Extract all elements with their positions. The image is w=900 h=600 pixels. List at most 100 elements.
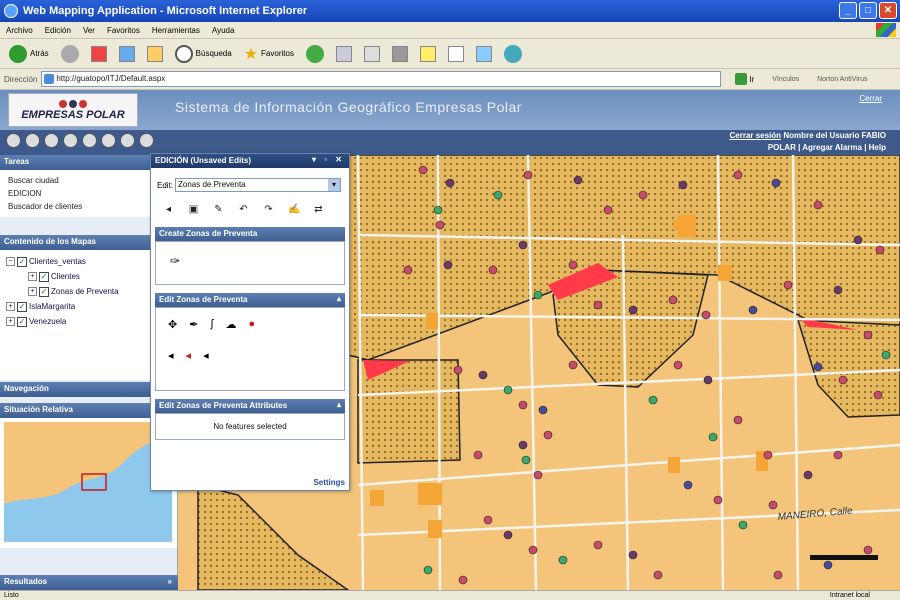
stop-button[interactable] [88, 42, 110, 66]
search-button[interactable]: Búsqueda [172, 42, 235, 66]
edit-panel-title[interactable]: EDICIÓN (Unsaved Edits) ▾ ▫ ✕ [151, 154, 349, 168]
menu-edicion[interactable]: Edición [45, 26, 71, 35]
attributes-section-body: No features selected [155, 413, 345, 440]
measure-icon[interactable] [101, 133, 116, 148]
results-header[interactable]: Resultados » [0, 575, 178, 590]
search-icon [174, 44, 193, 63]
split-icon[interactable]: ◂ [203, 349, 209, 362]
minimize-button[interactable]: _ [839, 2, 857, 19]
save-edits-icon[interactable]: ✍ [288, 204, 300, 215]
help-link[interactable]: Help [869, 143, 886, 152]
checkbox-checked-icon[interactable]: ✓ [17, 256, 27, 267]
user-info: Cerrar sesión Nombre del Usuario FABIO [729, 131, 886, 140]
session-link[interactable]: Cerrar sesión [729, 131, 781, 140]
edit-section-header[interactable]: Edit Zonas de Preventa ▴ [155, 293, 345, 307]
expand-icon[interactable]: + [28, 272, 37, 281]
full-extent-icon[interactable] [63, 133, 78, 148]
create-section-body: ✑ [155, 241, 345, 285]
maximize-button[interactable]: □ [859, 2, 877, 19]
attributes-section-header[interactable]: Edit Zonas de Preventa Attributes ▴ [155, 399, 345, 413]
expand-icon[interactable]: + [6, 302, 15, 311]
users-button[interactable] [501, 42, 525, 66]
refresh-button[interactable] [116, 42, 138, 66]
edit-layer-select[interactable]: Zonas de Preventa [175, 178, 342, 192]
identify-icon[interactable] [82, 133, 97, 148]
pan-icon[interactable] [44, 133, 59, 148]
export-icon[interactable] [139, 133, 154, 148]
expand-results-icon[interactable]: » [168, 577, 172, 586]
select-box-icon[interactable]: ▣ [188, 204, 199, 215]
close-button[interactable]: ✕ [879, 2, 897, 19]
panel-controls[interactable]: ▾ ▫ ✕ [312, 155, 345, 164]
task-buscador-clientes[interactable]: Buscador de clientes [8, 200, 169, 213]
messenger-button[interactable] [473, 42, 495, 66]
layer-clientes-ventas[interactable]: − ✓ Clientes_ventas [6, 254, 171, 269]
refresh-icon [118, 45, 135, 62]
back-button[interactable]: Atrás [6, 42, 52, 66]
menu-herramientas[interactable]: Herramientas [152, 26, 200, 35]
layer-venezuela[interactable]: + ✓ Venezuela [6, 314, 171, 329]
star-icon: ★ [243, 45, 259, 63]
layer-clientes[interactable]: + ✓ Clientes [6, 269, 171, 284]
checkbox-checked-icon[interactable]: ✓ [17, 301, 27, 312]
favorites-button[interactable]: ★ Favoritos [241, 42, 297, 66]
expand-icon[interactable]: + [28, 287, 37, 296]
notes-button[interactable] [417, 42, 439, 66]
window-titlebar: Web Mapping Application - Microsoft Inte… [0, 0, 900, 22]
undo-icon[interactable]: ↶ [238, 204, 249, 215]
go-button[interactable]: Ir [735, 73, 754, 85]
forward-button[interactable] [58, 42, 82, 66]
company-logo: EMPRESAS POLAR [8, 93, 138, 127]
task-edicion[interactable]: EDICION [8, 187, 169, 200]
window-controls: _ □ ✕ [839, 2, 897, 19]
research-button[interactable] [445, 42, 467, 66]
add-alarm-link[interactable]: Agregar Alarma [802, 143, 862, 152]
collapse-icon[interactable]: ▴ [337, 294, 341, 303]
reshape-icon[interactable]: ∫ [210, 318, 213, 331]
zoom-out-icon[interactable] [25, 133, 40, 148]
select-tool-icon[interactable]: ◂ [163, 204, 174, 215]
mail-button[interactable] [333, 42, 355, 66]
redo-icon[interactable]: ↷ [263, 204, 274, 215]
media-icon [305, 44, 324, 63]
layer-isla-margarita[interactable]: + ✓ IslaMargarita [6, 299, 171, 314]
print-map-icon[interactable] [120, 133, 135, 148]
add-vertex-icon[interactable]: ✒ [189, 318, 198, 331]
settings-link[interactable]: Settings [313, 478, 345, 487]
checkbox-checked-icon[interactable]: ✓ [17, 316, 27, 327]
edit-page-button[interactable] [389, 42, 411, 66]
zoom-in-icon[interactable] [6, 133, 21, 148]
go-arrow-icon [735, 73, 748, 85]
collapse-icon[interactable]: ▴ [337, 400, 341, 409]
attributes-icon[interactable]: ⇄ [313, 204, 324, 215]
expand-icon[interactable]: + [6, 317, 15, 326]
menu-ver[interactable]: Ver [83, 26, 95, 35]
print-button[interactable] [361, 42, 383, 66]
checkbox-checked-icon[interactable]: ✓ [39, 271, 49, 282]
pointer-tool-icon[interactable]: ✎ [213, 204, 224, 215]
media-button[interactable] [303, 42, 327, 66]
antivirus-label[interactable]: Norton AntiVirus [817, 76, 867, 83]
links-label[interactable]: Vínculos [772, 76, 799, 83]
create-section-header[interactable]: Create Zonas de Preventa [155, 227, 345, 241]
address-input[interactable]: http://guatopo/ITJ/Default.aspx [41, 71, 722, 87]
menu-ayuda[interactable]: Ayuda [212, 26, 235, 35]
home-button[interactable] [144, 42, 166, 66]
layer-zonas-preventa[interactable]: + ✓ Zonas de Preventa [6, 284, 171, 299]
edit-page-icon [391, 45, 408, 62]
checkbox-checked-icon[interactable]: ✓ [39, 286, 49, 297]
logout-link[interactable]: Cerrar [859, 94, 882, 103]
task-buscar-ciudad[interactable]: Buscar ciudad [8, 174, 169, 187]
company-link[interactable]: POLAR [768, 143, 796, 152]
cut-icon[interactable]: ☁ [225, 318, 236, 331]
add-point-icon[interactable]: ◂ [168, 349, 174, 362]
menu-favoritos[interactable]: Favoritos [107, 26, 140, 35]
collapse-icon[interactable]: − [6, 257, 15, 266]
move-icon[interactable]: ✥ [168, 318, 177, 331]
address-label: Dirección [4, 74, 38, 84]
stop-icon [90, 45, 107, 62]
remove-point-icon[interactable]: ◂ [186, 349, 192, 362]
delete-icon[interactable]: ● [248, 318, 255, 331]
menu-archivo[interactable]: Archivo [6, 26, 33, 35]
create-polygon-icon[interactable]: ✑ [170, 254, 180, 268]
